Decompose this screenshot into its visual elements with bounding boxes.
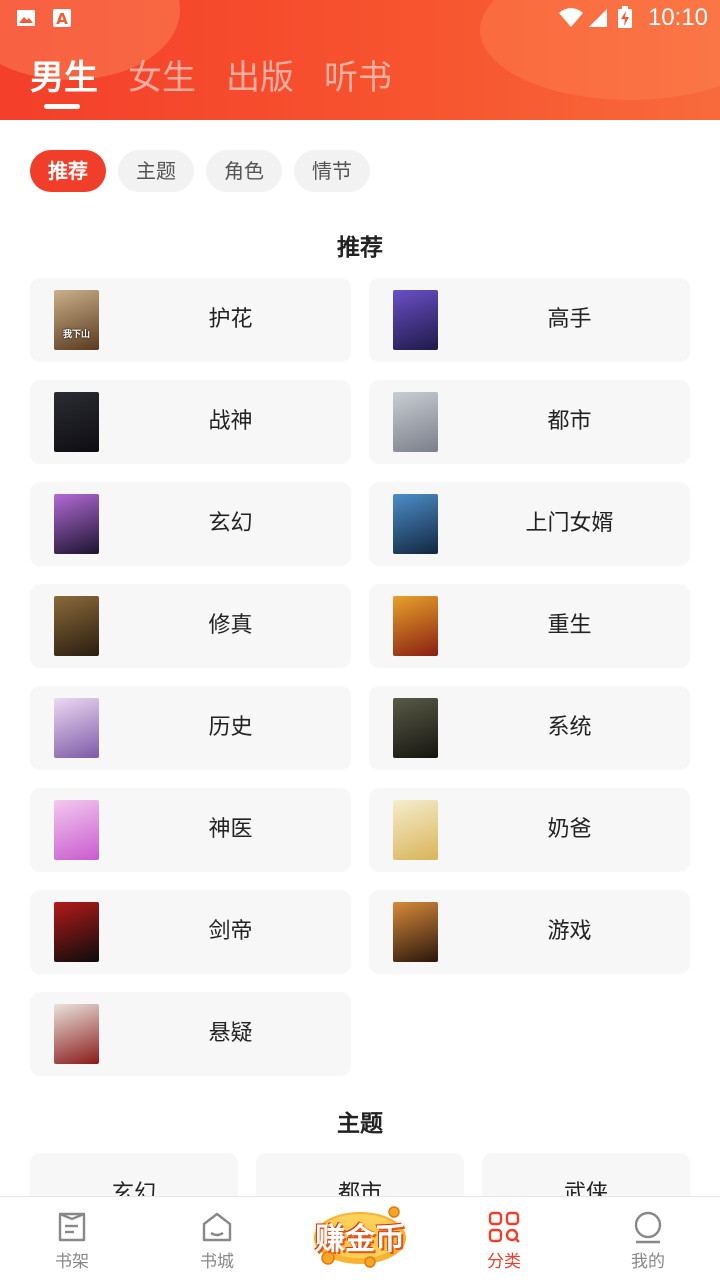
recommend-grid: 我下山 护花 高手战神 都市玄幻 上门女婿修真 重生历史 系统神医 奶爸剑帝 游戏悬疑: [30, 278, 690, 1076]
category-label: 修真: [208, 613, 253, 638]
category-label: 都市: [547, 409, 592, 434]
tab-label: 出版: [226, 58, 294, 98]
tab-label: 女生: [128, 58, 196, 98]
section-title-theme: 主题: [337, 1111, 383, 1137]
wifi-icon: [559, 8, 583, 27]
book-cover-image: [54, 596, 99, 656]
profile-icon: [634, 1211, 662, 1244]
tab-label: 听书: [324, 58, 392, 98]
battery-charging-icon: [618, 6, 632, 28]
category-card[interactable]: 剑帝: [30, 890, 351, 974]
category-label: 悬疑: [208, 1021, 253, 1046]
book-cover-image: [393, 800, 438, 860]
category-card[interactable]: 上门女婿: [369, 482, 690, 566]
status-bar: A 10:10: [0, 0, 720, 36]
category-card[interactable]: 重生: [369, 584, 690, 668]
category-label: 历史: [208, 715, 253, 740]
tab-published[interactable]: 出版: [226, 56, 294, 100]
app-screen: A 10:10 男生 女生 出版 听书 推荐 主题 角色 情节 推荐 我下山 护…: [0, 0, 720, 1280]
book-cover-image: [393, 698, 438, 758]
category-label: 游戏: [547, 919, 592, 944]
nav-label: 书城: [200, 1252, 234, 1272]
earn-coins-label: 赚金币: [315, 1222, 405, 1257]
cover-title: 我下山: [62, 330, 90, 340]
category-label: 神医: [208, 817, 253, 842]
book-cover-image: [54, 1004, 99, 1064]
category-card[interactable]: 悬疑: [30, 992, 351, 1076]
nav-category[interactable]: 分类: [449, 1197, 559, 1280]
category-card[interactable]: 历史: [30, 686, 351, 770]
earn-coins-button[interactable]: 赚金币: [310, 1200, 410, 1270]
category-label: 系统: [547, 715, 592, 740]
book-cover-image: [54, 902, 99, 962]
book-cover-image: [54, 392, 99, 452]
book-cover-image: [393, 290, 438, 350]
filter-chips: 推荐 主题 角色 情节: [30, 150, 382, 192]
app-a-icon: A: [53, 9, 71, 28]
category-card[interactable]: 我下山 护花: [30, 278, 351, 362]
category-card[interactable]: 都市: [369, 380, 690, 464]
chip-recommend[interactable]: 推荐: [30, 150, 106, 192]
book-cover-image: [393, 392, 438, 452]
book-cover-image: [54, 494, 99, 554]
book-cover-image: 我下山: [54, 290, 99, 350]
book-cover-image: [393, 494, 438, 554]
chip-plot[interactable]: 情节: [294, 150, 370, 192]
nav-profile[interactable]: 我的: [593, 1197, 703, 1280]
gallery-icon: [17, 10, 35, 26]
tab-audiobook[interactable]: 听书: [324, 56, 392, 100]
chip-theme[interactable]: 主题: [118, 150, 194, 192]
chip-role[interactable]: 角色: [206, 150, 282, 192]
category-card[interactable]: 系统: [369, 686, 690, 770]
book-cover-image: [393, 596, 438, 656]
category-label: 玄幻: [208, 511, 253, 536]
category-card[interactable]: 奶爸: [369, 788, 690, 872]
category-label: 剑帝: [208, 919, 253, 944]
clock: 10:10: [647, 4, 708, 31]
book-cover-image: [54, 800, 99, 860]
section-title-recommend: 推荐: [337, 235, 383, 261]
bookshelf-icon: [58, 1212, 86, 1242]
category-label: 奶爸: [547, 817, 592, 842]
nav-bookstore[interactable]: 书城: [162, 1197, 272, 1280]
nav-label: 我的: [631, 1252, 665, 1272]
category-card[interactable]: 修真: [30, 584, 351, 668]
signal-icon: [589, 9, 607, 27]
category-label: 战神: [208, 409, 253, 434]
category-label: 上门女婿: [525, 511, 614, 536]
category-label: 高手: [547, 307, 592, 332]
book-cover-image: [393, 902, 438, 962]
svg-text:A: A: [56, 10, 68, 28]
tab-female[interactable]: 女生: [128, 56, 196, 100]
category-label: 护花: [208, 307, 253, 332]
top-header: A 10:10 男生 女生 出版 听书: [0, 0, 720, 120]
category-card[interactable]: 高手: [369, 278, 690, 362]
category-card[interactable]: 玄幻: [30, 482, 351, 566]
category-card[interactable]: 神医: [30, 788, 351, 872]
tab-label: 男生: [30, 58, 98, 98]
bookstore-icon: [202, 1212, 232, 1242]
category-card[interactable]: 游戏: [369, 890, 690, 974]
category-label: 重生: [547, 613, 592, 638]
nav-label: 书架: [55, 1252, 89, 1272]
category-icon: [488, 1211, 520, 1243]
top-tabs: 男生 女生 出版 听书: [30, 56, 422, 109]
category-card[interactable]: 战神: [30, 380, 351, 464]
book-cover-image: [54, 698, 99, 758]
active-tab-indicator: [44, 104, 80, 109]
nav-label: 分类: [487, 1252, 521, 1272]
nav-bookshelf[interactable]: 书架: [17, 1197, 127, 1280]
tab-male[interactable]: 男生: [30, 56, 98, 109]
